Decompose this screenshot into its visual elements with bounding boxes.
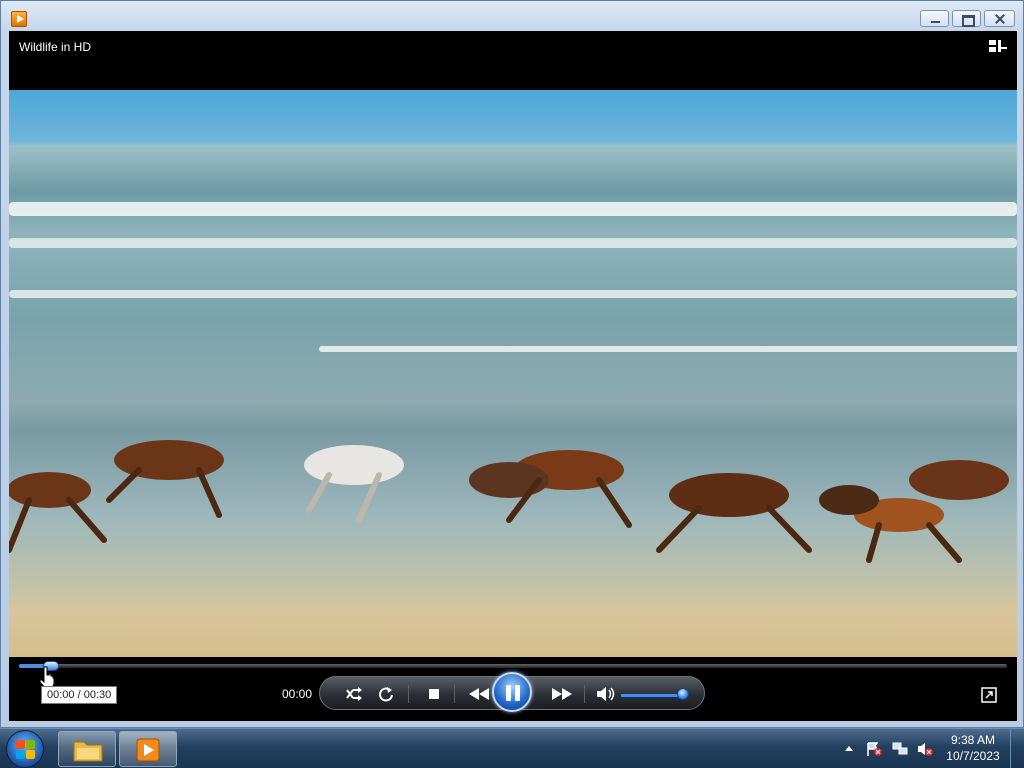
shuffle-icon[interactable] — [345, 686, 363, 702]
close-button[interactable] — [984, 10, 1015, 27]
volume-slider[interactable] — [621, 694, 683, 697]
action-center-flag-icon[interactable] — [866, 742, 882, 756]
media-player-window: Wildlife in HD 00:00 / 00:30 00:00 — [0, 0, 1024, 728]
windows-start-button[interactable] — [6, 730, 44, 768]
seek-bar[interactable] — [19, 661, 1007, 671]
now-playing-area: Wildlife in HD 00:00 / 00:30 00:00 — [9, 31, 1017, 721]
show-desktop-button[interactable] — [1010, 729, 1024, 768]
current-time: 00:00 — [282, 687, 313, 701]
clock-date: 10/7/2023 — [946, 749, 1000, 763]
caption-buttons — [920, 10, 1015, 27]
maximize-button[interactable] — [952, 10, 981, 27]
video-title: Wildlife in HD — [19, 40, 92, 54]
rewind-icon[interactable] — [467, 686, 491, 702]
file-explorer-icon — [73, 741, 103, 762]
video-frame[interactable] — [9, 90, 1017, 657]
separator — [408, 685, 409, 703]
taskbar-media-player[interactable] — [119, 731, 177, 767]
separator — [454, 685, 455, 703]
media-player-icon[interactable] — [11, 11, 27, 27]
title-bar[interactable] — [1, 1, 1023, 31]
system-clock[interactable]: 9:38 AM 10/7/2023 — [940, 732, 1006, 764]
media-player-icon — [136, 738, 160, 762]
show-hidden-icons-arrow[interactable] — [844, 742, 854, 756]
stop-icon[interactable] — [425, 686, 443, 702]
network-icon[interactable] — [892, 742, 908, 756]
repeat-icon[interactable] — [377, 686, 395, 702]
clock-time: 9:38 AM — [950, 733, 996, 747]
fast-forward-icon[interactable] — [550, 686, 574, 702]
pause-icon — [506, 685, 511, 701]
horses-image — [9, 440, 1009, 563]
volume-level — [621, 694, 683, 697]
taskbar-file-explorer[interactable] — [58, 731, 116, 767]
speaker-icon[interactable] — [596, 686, 616, 702]
switch-to-library-icon[interactable] — [989, 40, 1007, 54]
volume-muted-icon[interactable] — [917, 742, 933, 756]
windows-start-icon — [16, 740, 25, 749]
hand-cursor-icon — [39, 666, 55, 688]
pause-button[interactable] — [492, 672, 532, 712]
minimize-button[interactable] — [920, 10, 949, 27]
volume-thumb[interactable] — [677, 688, 689, 700]
taskbar: 9:38 AM 10/7/2023 — [0, 728, 1024, 768]
separator — [584, 685, 585, 703]
fullscreen-icon[interactable] — [981, 687, 997, 703]
seek-tooltip: 00:00 / 00:30 — [41, 686, 118, 704]
